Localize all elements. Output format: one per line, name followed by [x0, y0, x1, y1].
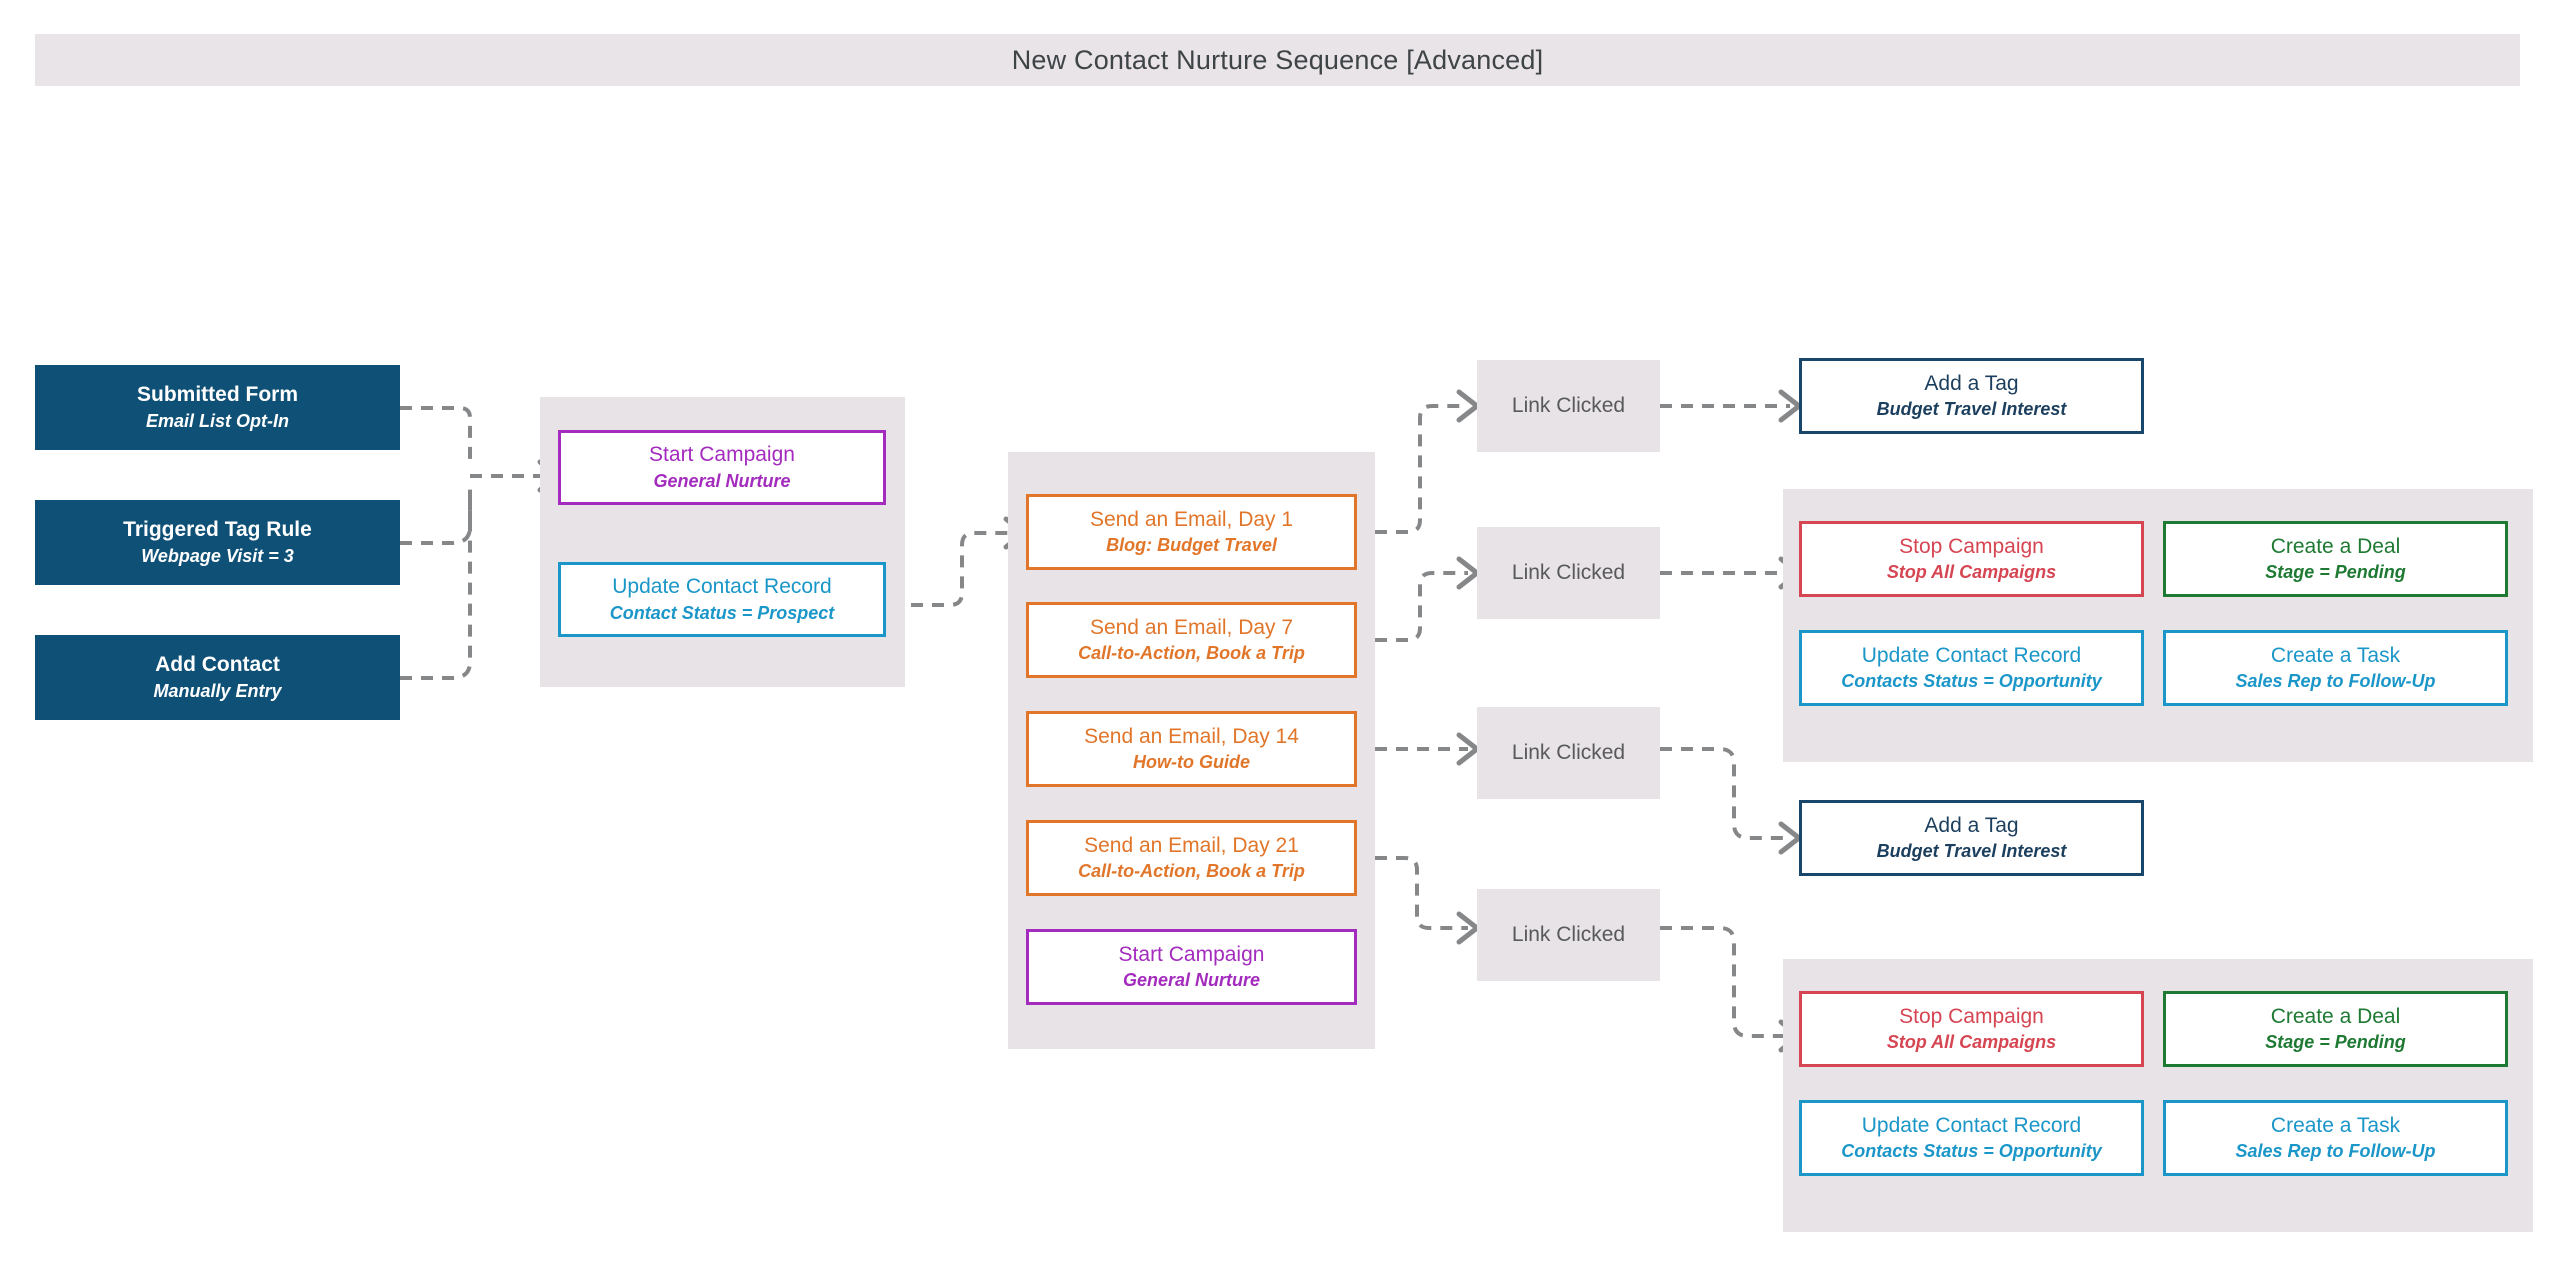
node-subtitle: Webpage Visit = 3: [141, 545, 294, 566]
action-send-email-day-21[interactable]: Send an Email, Day 21 Call-to-Action, Bo…: [1026, 820, 1357, 896]
node-subtitle: Budget Travel Interest: [1876, 399, 2067, 420]
condition-link-clicked-4[interactable]: Link Clicked: [1477, 889, 1660, 981]
node-subtitle: Contacts Status = Opportunity: [1841, 1141, 2102, 1162]
node-title: Stop Campaign: [1899, 1004, 2044, 1028]
node-subtitle: Stop All Campaigns: [1886, 1032, 2057, 1053]
action-update-contact-record-bottom[interactable]: Update Contact Record Contacts Status = …: [1799, 1100, 2144, 1176]
node-subtitle: General Nurture: [653, 470, 791, 491]
action-add-a-tag-bottom[interactable]: Add a Tag Budget Travel Interest: [1799, 800, 2144, 876]
node-subtitle: How-to Guide: [1133, 752, 1250, 773]
node-title: Send an Email, Day 21: [1084, 833, 1299, 857]
node-subtitle: Contact Status = Prospect: [609, 602, 835, 623]
node-subtitle: Contacts Status = Opportunity: [1841, 671, 2102, 692]
trigger-add-contact[interactable]: Add Contact Manually Entry: [35, 635, 400, 720]
action-create-a-task-bottom[interactable]: Create a Task Sales Rep to Follow-Up: [2163, 1100, 2508, 1176]
node-title: Send an Email, Day 14: [1084, 724, 1299, 748]
node-title: Add a Tag: [1924, 813, 2019, 837]
diagram-title-bar: New Contact Nurture Sequence [Advanced]: [35, 34, 2520, 86]
action-create-a-deal-bottom[interactable]: Create a Deal Stage = Pending: [2163, 991, 2508, 1067]
action-update-contact-record-entry[interactable]: Update Contact Record Contact Status = P…: [558, 562, 886, 637]
node-title: Link Clicked: [1511, 922, 1626, 946]
action-start-campaign-sequence[interactable]: Start Campaign General Nurture: [1026, 929, 1357, 1005]
action-update-contact-record-top[interactable]: Update Contact Record Contacts Status = …: [1799, 630, 2144, 706]
node-subtitle: Budget Travel Interest: [1876, 841, 2067, 862]
node-subtitle: Stage = Pending: [2265, 562, 2406, 583]
node-title: Add Contact: [155, 653, 280, 676]
node-title: Submitted Form: [137, 383, 298, 406]
node-title: Link Clicked: [1511, 393, 1626, 417]
node-subtitle: Call-to-Action, Book a Trip: [1078, 643, 1305, 664]
condition-link-clicked-2[interactable]: Link Clicked: [1477, 527, 1660, 619]
node-subtitle: Sales Rep to Follow-Up: [2235, 1141, 2436, 1162]
node-title: Send an Email, Day 1: [1089, 507, 1294, 531]
node-title: Start Campaign: [649, 443, 795, 466]
node-subtitle: Sales Rep to Follow-Up: [2235, 671, 2436, 692]
node-title: Update Contact Record: [612, 575, 832, 598]
node-title: Update Contact Record: [1861, 643, 2082, 667]
node-title: Triggered Tag Rule: [123, 518, 312, 541]
action-create-a-deal-top[interactable]: Create a Deal Stage = Pending: [2163, 521, 2508, 597]
action-stop-campaign-bottom[interactable]: Stop Campaign Stop All Campaigns: [1799, 991, 2144, 1067]
node-title: Create a Task: [2270, 1113, 2401, 1137]
node-subtitle: Manually Entry: [153, 680, 282, 701]
node-title: Create a Deal: [2270, 534, 2401, 558]
condition-link-clicked-3[interactable]: Link Clicked: [1477, 707, 1660, 799]
condition-link-clicked-1[interactable]: Link Clicked: [1477, 360, 1660, 452]
action-add-a-tag-top[interactable]: Add a Tag Budget Travel Interest: [1799, 358, 2144, 434]
node-title: Add a Tag: [1924, 371, 2019, 395]
node-subtitle: Email List Opt-In: [145, 410, 289, 431]
node-title: Create a Task: [2270, 643, 2401, 667]
action-stop-campaign-top[interactable]: Stop Campaign Stop All Campaigns: [1799, 521, 2144, 597]
action-send-email-day-1[interactable]: Send an Email, Day 1 Blog: Budget Travel: [1026, 494, 1357, 570]
node-subtitle: Call-to-Action, Book a Trip: [1078, 861, 1305, 882]
node-title: Link Clicked: [1511, 740, 1626, 764]
node-title: Stop Campaign: [1899, 534, 2044, 558]
node-title: Send an Email, Day 7: [1089, 615, 1294, 639]
node-subtitle: Blog: Budget Travel: [1106, 535, 1277, 556]
node-title: Link Clicked: [1511, 560, 1626, 584]
node-subtitle: General Nurture: [1122, 970, 1261, 991]
flowchart-canvas: New Contact Nurture Sequence [Advanced]: [0, 0, 2560, 1262]
action-create-a-task-top[interactable]: Create a Task Sales Rep to Follow-Up: [2163, 630, 2508, 706]
node-title: Start Campaign: [1118, 942, 1265, 966]
trigger-submitted-form[interactable]: Submitted Form Email List Opt-In: [35, 365, 400, 450]
page-title: New Contact Nurture Sequence [Advanced]: [1011, 44, 1544, 75]
action-send-email-day-14[interactable]: Send an Email, Day 14 How-to Guide: [1026, 711, 1357, 787]
node-title: Update Contact Record: [1861, 1113, 2082, 1137]
node-title: Create a Deal: [2270, 1004, 2401, 1028]
node-subtitle: Stop All Campaigns: [1886, 562, 2057, 583]
node-subtitle: Stage = Pending: [2265, 1032, 2406, 1053]
action-start-campaign-entry[interactable]: Start Campaign General Nurture: [558, 430, 886, 505]
action-send-email-day-7[interactable]: Send an Email, Day 7 Call-to-Action, Boo…: [1026, 602, 1357, 678]
trigger-triggered-tag-rule[interactable]: Triggered Tag Rule Webpage Visit = 3: [35, 500, 400, 585]
